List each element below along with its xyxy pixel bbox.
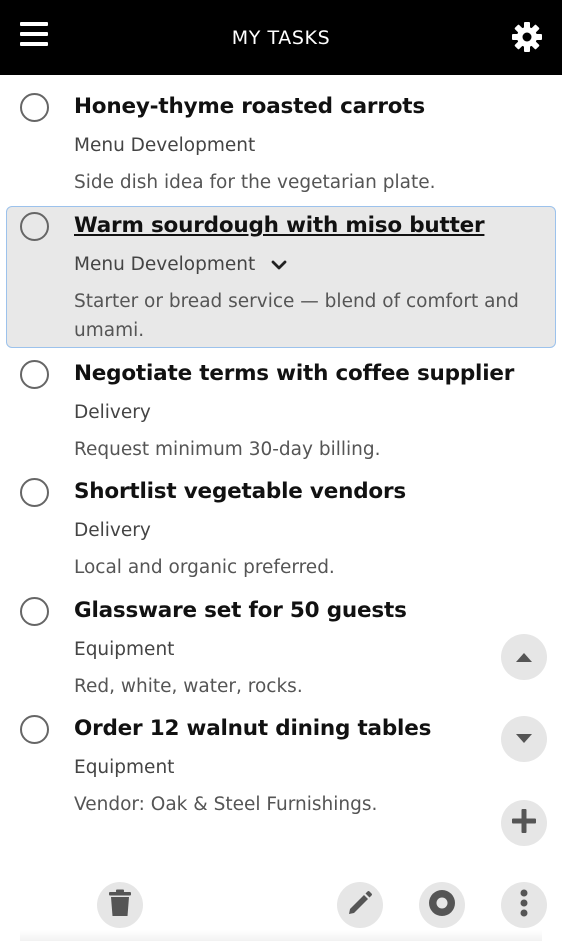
caret-down-icon xyxy=(514,730,534,749)
task-complete-checkbox[interactable] xyxy=(20,715,49,744)
app-window: MY TASKS Honey-thyme roasted carrots Men… xyxy=(0,0,562,941)
record-icon xyxy=(428,889,456,921)
task-complete-checkbox[interactable] xyxy=(20,212,49,241)
task-item-selected[interactable]: Warm sourdough with miso butter Menu Dev… xyxy=(6,206,556,348)
task-category: Equipment xyxy=(74,639,175,660)
app-header: MY TASKS xyxy=(0,0,562,75)
task-note: Red, white, water, rocks. xyxy=(74,676,303,697)
move-down-button[interactable] xyxy=(501,716,547,762)
trash-icon xyxy=(108,889,132,921)
task-note: Local and organic preferred. xyxy=(74,557,335,578)
task-category: Equipment xyxy=(74,757,175,778)
task-note: Side dish idea for the vegetarian plate. xyxy=(74,172,436,193)
task-item[interactable]: Honey-thyme roasted carrots Menu Develop… xyxy=(0,75,562,205)
edit-button[interactable] xyxy=(337,882,383,928)
task-category: Delivery xyxy=(74,520,151,541)
plus-icon xyxy=(511,808,537,838)
add-task-button[interactable] xyxy=(501,800,547,846)
task-item[interactable]: Order 12 walnut dining tables Equipment … xyxy=(0,705,562,823)
bottom-bar-edge xyxy=(20,930,542,941)
task-title: Glassware set for 50 guests xyxy=(74,598,407,623)
task-category-dropdown[interactable]: Menu Development xyxy=(74,254,287,276)
task-complete-checkbox[interactable] xyxy=(20,478,49,507)
delete-button[interactable] xyxy=(97,882,143,928)
task-note: Starter or bread service — blend of comf… xyxy=(74,291,519,341)
task-title: Order 12 walnut dining tables xyxy=(74,716,432,741)
caret-up-icon xyxy=(514,648,534,667)
task-title[interactable]: Warm sourdough with miso butter xyxy=(74,213,485,238)
task-category: Menu Development xyxy=(74,254,256,275)
task-note: Request minimum 30-day billing. xyxy=(74,439,381,460)
hamburger-menu-icon[interactable] xyxy=(20,22,52,52)
task-complete-checkbox[interactable] xyxy=(20,597,49,626)
task-note: Vendor: Oak & Steel Furnishings. xyxy=(74,794,378,815)
task-category: Delivery xyxy=(74,402,151,423)
gear-icon[interactable] xyxy=(511,21,543,53)
task-item[interactable]: Glassware set for 50 guests Equipment Re… xyxy=(0,587,562,705)
chevron-down-icon[interactable] xyxy=(271,255,287,276)
task-complete-checkbox[interactable] xyxy=(20,360,49,389)
task-title: Shortlist vegetable vendors xyxy=(74,479,406,504)
complete-button[interactable] xyxy=(419,882,465,928)
pencil-icon xyxy=(347,890,373,920)
task-item[interactable]: Shortlist vegetable vendors Delivery Loc… xyxy=(0,468,562,586)
page-title: MY TASKS xyxy=(231,26,331,49)
more-options-button[interactable] xyxy=(501,882,547,928)
task-complete-checkbox[interactable] xyxy=(20,93,49,122)
task-title: Honey-thyme roasted carrots xyxy=(74,94,425,119)
move-up-button[interactable] xyxy=(501,634,547,680)
task-item[interactable]: Negotiate terms with coffee supplier Del… xyxy=(0,350,562,468)
task-title: Negotiate terms with coffee supplier xyxy=(74,361,515,386)
task-category: Menu Development xyxy=(74,135,256,156)
more-vertical-icon xyxy=(520,889,528,921)
